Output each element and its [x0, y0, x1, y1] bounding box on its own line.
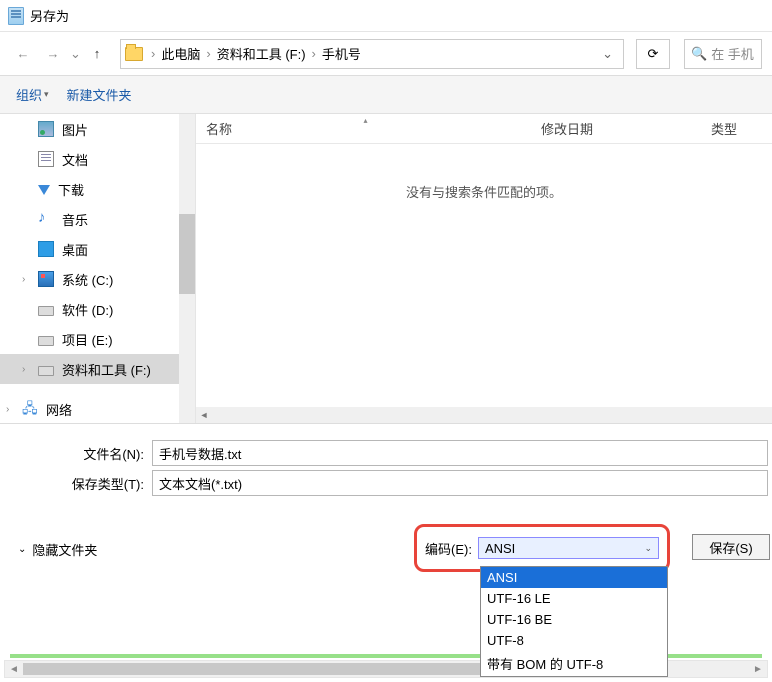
scrollbar-thumb[interactable]: [179, 214, 195, 294]
column-date[interactable]: 修改日期: [531, 119, 701, 138]
search-placeholder: 在 手机: [711, 44, 754, 63]
breadcrumb-item[interactable]: 此电脑: [157, 40, 204, 68]
folder-icon: [125, 47, 143, 61]
window-title: 另存为: [30, 6, 69, 25]
filepane-scrollbar[interactable]: ◄: [196, 407, 772, 423]
encoding-option[interactable]: UTF-8: [481, 630, 667, 651]
sidebar-item-label: 软件 (D:): [62, 300, 113, 319]
new-folder-button[interactable]: 新建文件夹: [61, 81, 138, 108]
breadcrumb-item[interactable]: 资料和工具 (F:): [213, 40, 310, 68]
bottom-bar: ⌄ 隐藏文件夹 编码(E): ANSI ⌄ ANSI UTF-16 LE UTF…: [0, 504, 772, 614]
chevron-down-icon: ⌄: [644, 543, 652, 554]
navbar: ← → ⌄ ↑ › 此电脑 › 资料和工具 (F:) › 手机号 ⌄ ⟳ 🔍 在…: [0, 32, 772, 76]
address-dropdown-icon[interactable]: ⌄: [596, 46, 619, 62]
refresh-icon: ⟳: [648, 46, 659, 62]
sidebar-item-desktop[interactable]: 桌面: [0, 234, 195, 264]
filename-value: 手机号数据.txt: [159, 444, 241, 463]
sidebar-item-label: 资料和工具 (F:): [62, 360, 151, 379]
hide-folders-toggle[interactable]: ⌄ 隐藏文件夹: [18, 540, 97, 559]
desktop-icon: [38, 241, 54, 257]
sidebar-item-drive-f[interactable]: › 资料和工具 (F:): [0, 354, 195, 384]
drive-icon: [38, 306, 54, 316]
search-input[interactable]: 🔍 在 手机: [684, 39, 762, 69]
encoding-label: 编码(E):: [425, 539, 472, 558]
sidebar: 图片 文档 下载 ♪ 音乐 桌面 › 系统 (C:) 软件 (D:) 项目 (E:)…: [0, 114, 195, 423]
download-icon: [38, 185, 50, 195]
refresh-button[interactable]: ⟳: [636, 39, 670, 69]
sidebar-item-label: 图片: [62, 120, 88, 139]
music-icon: ♪: [38, 211, 54, 227]
search-icon: 🔍: [691, 46, 707, 62]
encoding-option[interactable]: UTF-16 LE: [481, 588, 667, 609]
forward-button: →: [40, 41, 66, 67]
filename-input[interactable]: 手机号数据.txt: [152, 440, 768, 466]
file-pane: 名称 修改日期 类型 没有与搜索条件匹配的项。 ◄: [195, 114, 772, 423]
sidebar-item-drive-d[interactable]: 软件 (D:): [0, 294, 195, 324]
sidebar-item-network[interactable]: › 🖧 网络: [0, 394, 195, 423]
pictures-icon: [38, 121, 54, 137]
sidebar-item-drive-c[interactable]: › 系统 (C:): [0, 264, 195, 294]
breadcrumb-label: 此电脑: [161, 44, 200, 63]
filetype-label: 保存类型(T):: [0, 474, 152, 493]
address-bar[interactable]: › 此电脑 › 资料和工具 (F:) › 手机号 ⌄: [120, 39, 624, 69]
column-name[interactable]: 名称: [196, 119, 531, 138]
chevron-right-icon[interactable]: ›: [22, 274, 25, 285]
encoding-highlight: 编码(E): ANSI ⌄: [414, 524, 670, 572]
encoding-dropdown: ANSI UTF-16 LE UTF-16 BE UTF-8 带有 BOM 的 …: [480, 566, 668, 677]
scroll-left-icon[interactable]: ◄: [196, 407, 212, 423]
sidebar-item-documents[interactable]: 文档: [0, 144, 195, 174]
encoding-option[interactable]: UTF-16 BE: [481, 609, 667, 630]
scroll-right-icon[interactable]: ►: [749, 661, 767, 677]
sidebar-item-label: 项目 (E:): [62, 330, 113, 349]
filename-label: 文件名(N):: [0, 444, 152, 463]
file-fields: 文件名(N): 手机号数据.txt 保存类型(T): 文本文档(*.txt): [0, 424, 772, 504]
titlebar: 另存为: [0, 0, 772, 32]
column-headers: 名称 修改日期 类型: [196, 114, 772, 144]
sidebar-item-pictures[interactable]: 图片: [0, 114, 195, 144]
sidebar-item-label: 桌面: [62, 240, 88, 259]
up-button[interactable]: ↑: [84, 41, 110, 67]
toolbar: 组织 ▾ 新建文件夹: [0, 76, 772, 114]
sidebar-item-label: 音乐: [62, 210, 88, 229]
system-drive-icon: [38, 271, 54, 287]
empty-message: 没有与搜索条件匹配的项。: [196, 144, 772, 407]
sidebar-scrollbar[interactable]: [179, 114, 195, 423]
sidebar-item-downloads[interactable]: 下载: [0, 174, 195, 204]
chevron-right-icon[interactable]: ›: [6, 404, 9, 415]
organize-menu[interactable]: 组织 ▾: [10, 81, 55, 108]
column-type[interactable]: 类型: [701, 119, 747, 138]
organize-label: 组织: [16, 85, 42, 104]
document-icon: [38, 151, 54, 167]
sidebar-item-label: 网络: [46, 400, 72, 419]
sidebar-item-music[interactable]: ♪ 音乐: [0, 204, 195, 234]
drive-icon: [38, 366, 54, 376]
filetype-combo[interactable]: 文本文档(*.txt): [152, 470, 768, 496]
chevron-down-icon[interactable]: ⌄: [70, 46, 80, 62]
chevron-right-icon[interactable]: ›: [310, 46, 318, 61]
drive-icon: [38, 336, 54, 346]
breadcrumb-item[interactable]: 手机号: [318, 40, 365, 68]
breadcrumb-label: 手机号: [322, 44, 361, 63]
chevron-right-icon[interactable]: ›: [204, 46, 212, 61]
encoding-option[interactable]: ANSI: [481, 567, 667, 588]
breadcrumb-label: 资料和工具 (F:): [217, 44, 306, 63]
sidebar-item-label: 文档: [62, 150, 88, 169]
scroll-left-icon[interactable]: ◄: [5, 661, 23, 677]
back-button[interactable]: ←: [10, 41, 36, 67]
hide-folders-label: 隐藏文件夹: [32, 540, 97, 559]
sidebar-item-label: 系统 (C:): [62, 270, 113, 289]
filetype-value: 文本文档(*.txt): [159, 474, 242, 493]
sidebar-item-label: 下载: [58, 180, 84, 199]
encoding-combo[interactable]: ANSI ⌄: [478, 537, 659, 559]
chevron-down-icon: ⌄: [18, 544, 26, 555]
encoding-option[interactable]: 带有 BOM 的 UTF-8: [481, 651, 667, 676]
encoding-value: ANSI: [485, 541, 515, 556]
save-button[interactable]: 保存(S): [692, 534, 770, 560]
chevron-right-icon[interactable]: ›: [22, 364, 25, 375]
notepad-icon: [8, 7, 24, 25]
chevron-right-icon[interactable]: ›: [149, 46, 157, 61]
network-icon: 🖧: [22, 401, 38, 417]
chevron-down-icon: ▾: [44, 89, 49, 100]
sidebar-item-drive-e[interactable]: 项目 (E:): [0, 324, 195, 354]
